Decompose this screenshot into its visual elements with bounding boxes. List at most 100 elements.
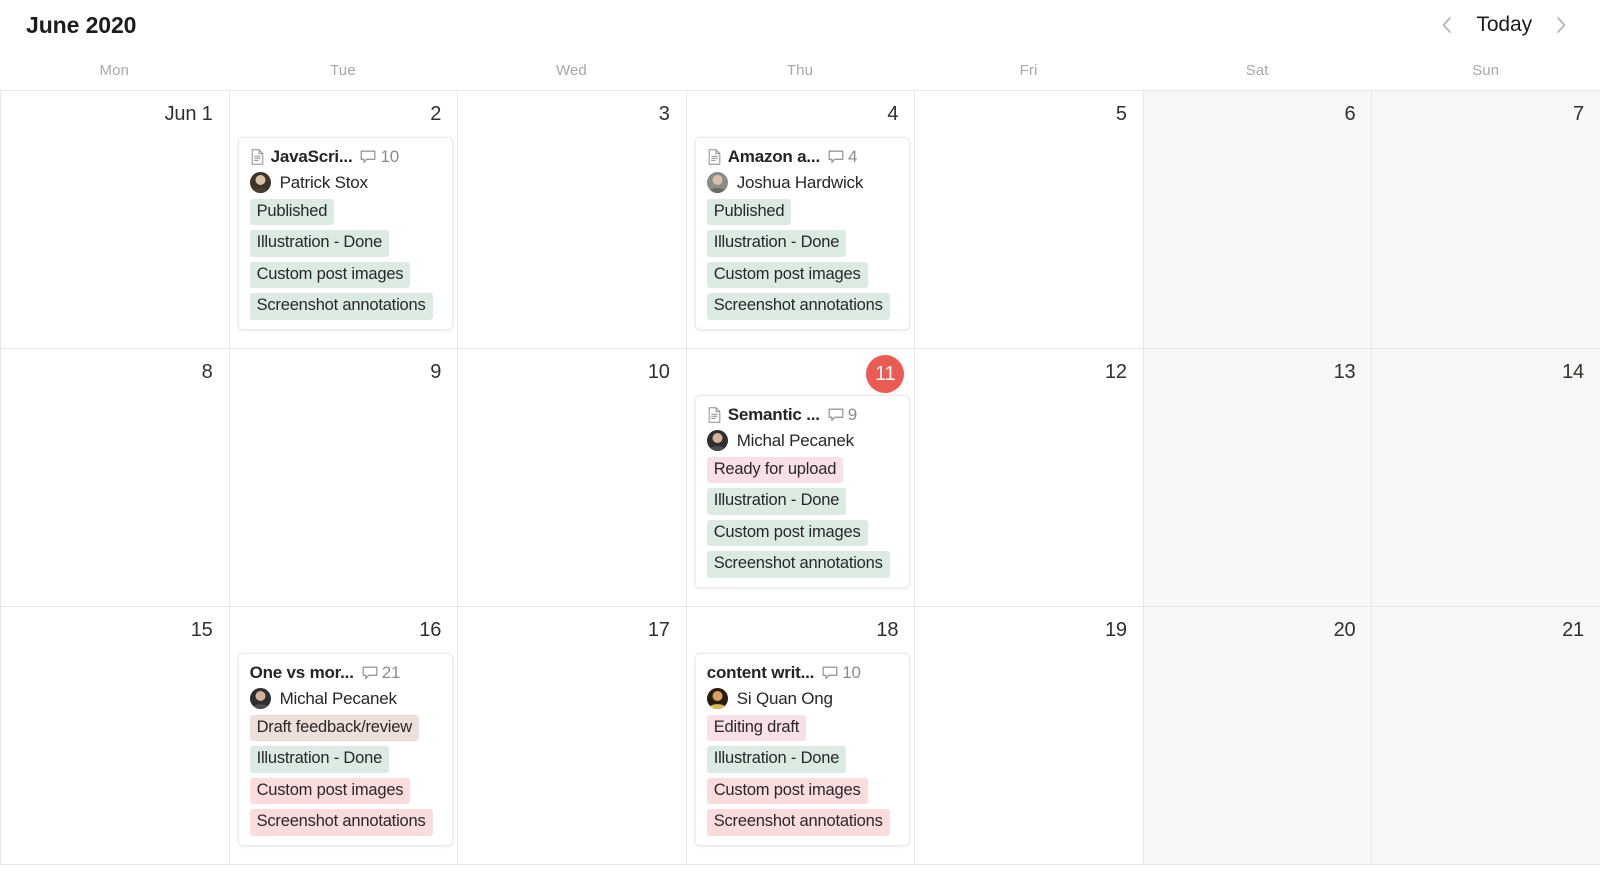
tag-list: Published Illustration - Done Custom post … bbox=[696, 199, 910, 320]
day-cell-19[interactable]: 19 bbox=[914, 607, 1143, 864]
weekday-label-mon: Mon bbox=[99, 61, 130, 79]
avatar bbox=[706, 430, 728, 451]
day-cell-11[interactable]: 11 Semantic ... 9 Michal Pecanek Ready for u… bbox=[685, 349, 915, 606]
page-title: June 2020 bbox=[26, 11, 137, 38]
event-title: content writ... bbox=[706, 663, 815, 682]
event-card[interactable]: JavaScri... 10 Patrick Stox Published Illust… bbox=[237, 137, 454, 330]
assignee-name: Si Quan Ong bbox=[736, 688, 833, 708]
event-title: One vs mor... bbox=[249, 663, 354, 682]
status-badge[interactable]: Custom post images bbox=[706, 519, 868, 547]
day-cell-20[interactable]: 20 bbox=[1142, 607, 1372, 864]
assignee-name: Joshua Hardwick bbox=[736, 172, 864, 192]
avatar-patrick-stox-image bbox=[249, 172, 271, 193]
day-cell-16[interactable]: 16 One vs mor... 21 Michal Pecanek Draft fee… bbox=[228, 607, 458, 864]
today-button[interactable]: Today bbox=[1468, 13, 1540, 37]
status-badge[interactable]: Screenshot annotations bbox=[706, 293, 890, 320]
status-badge[interactable]: Illustration - Done bbox=[249, 746, 390, 773]
status-badge[interactable]: Illustration - Done bbox=[706, 488, 847, 515]
comment-count-group: 10 bbox=[360, 147, 399, 167]
day-number: 2 bbox=[430, 103, 442, 125]
event-title-row: JavaScri... 10 bbox=[239, 147, 453, 167]
event-card[interactable]: Semantic ... 9 Michal Pecanek Ready for upl… bbox=[694, 395, 911, 588]
day-cell-21[interactable]: 21 bbox=[1371, 607, 1600, 864]
day-cell-13[interactable]: 13 bbox=[1142, 349, 1372, 606]
day-cell-10[interactable]: 10 bbox=[457, 349, 686, 606]
day-number: 15 bbox=[190, 619, 213, 641]
event-assignee-row: Joshua Hardwick bbox=[696, 172, 910, 193]
document-icon bbox=[251, 149, 263, 165]
comment-count: 9 bbox=[847, 405, 858, 424]
day-cell-9[interactable]: 9 bbox=[228, 349, 458, 606]
weekday-label-sat: Sat bbox=[1245, 61, 1269, 79]
week-row: Jun 1 2 JavaScri... 10 Patrick Stox Published… bbox=[0, 91, 1600, 349]
day-number: 17 bbox=[647, 619, 670, 641]
status-badge[interactable]: Published bbox=[706, 199, 792, 226]
tag-list: Published Illustration - Done Custom post … bbox=[239, 199, 453, 320]
event-card[interactable]: content writ... 10 Si Quan Ong Editing draf… bbox=[694, 653, 911, 846]
status-badge[interactable]: Illustration - Done bbox=[706, 230, 847, 257]
document-icon bbox=[708, 149, 721, 165]
day-cell-14[interactable]: 14 bbox=[1371, 349, 1600, 606]
avatar bbox=[249, 688, 271, 709]
day-cell-15[interactable]: 15 bbox=[0, 607, 229, 864]
event-title: Amazon a... bbox=[727, 147, 820, 166]
day-number: 6 bbox=[1344, 103, 1356, 125]
assignee-name: Patrick Stox bbox=[279, 172, 368, 192]
status-badge[interactable]: Screenshot annotations bbox=[249, 809, 433, 836]
day-number: 12 bbox=[1104, 361, 1127, 383]
event-card[interactable]: Amazon a... 4 Joshua Hardwick Published Illu… bbox=[694, 137, 911, 330]
day-cell-2[interactable]: 2 JavaScri... 10 Patrick Stox Published Illus… bbox=[228, 91, 458, 348]
day-cell-18[interactable]: 18 content writ... 10 Si Quan Ong Editing dr… bbox=[685, 607, 915, 864]
status-badge[interactable]: Custom post images bbox=[706, 777, 868, 805]
day-cell-17[interactable]: 17 bbox=[457, 607, 686, 864]
status-badge[interactable]: Published bbox=[249, 199, 335, 226]
status-badge[interactable]: Custom post images bbox=[706, 261, 868, 289]
event-title-row: One vs mor... 21 bbox=[239, 663, 453, 683]
day-cell-5[interactable]: 5 bbox=[914, 91, 1143, 348]
comment-icon bbox=[828, 408, 844, 422]
status-badge[interactable]: Illustration - Done bbox=[249, 230, 390, 257]
day-cell-12[interactable]: 12 bbox=[914, 349, 1143, 606]
status-badge[interactable]: Editing draft bbox=[706, 715, 807, 742]
day-cell-4[interactable]: 4 Amazon a... 4 Joshua Hardwick Published Ill… bbox=[685, 91, 915, 348]
day-cell-6[interactable]: 6 bbox=[1142, 91, 1372, 348]
status-badge[interactable]: Custom post images bbox=[249, 261, 411, 289]
avatar-michal-pecanek-image bbox=[249, 688, 271, 709]
weekday-label-fri: Fri bbox=[1019, 61, 1038, 79]
day-cell-7[interactable]: 7 bbox=[1371, 91, 1600, 348]
weekday-label-thu: Thu bbox=[786, 61, 814, 79]
status-badge[interactable]: Illustration - Done bbox=[706, 746, 847, 773]
event-card[interactable]: One vs mor... 21 Michal Pecanek Draft feedb… bbox=[237, 653, 454, 846]
status-badge[interactable]: Screenshot annotations bbox=[706, 809, 890, 836]
comment-count-group: 9 bbox=[828, 405, 857, 425]
comment-icon bbox=[822, 666, 838, 680]
comment-count: 10 bbox=[380, 147, 399, 166]
calendar-header: June 2020 Today bbox=[0, 0, 1600, 50]
event-title: JavaScri... bbox=[270, 147, 353, 166]
next-month-button[interactable] bbox=[1544, 8, 1578, 42]
day-cell-jun-1[interactable]: Jun 1 bbox=[0, 91, 229, 348]
event-title-row: content writ... 10 bbox=[696, 663, 910, 683]
avatar-si-quan-ong-image bbox=[706, 688, 728, 709]
previous-month-button[interactable] bbox=[1430, 8, 1464, 42]
weekday-label-sun: Sun bbox=[1472, 61, 1500, 79]
day-number: Jun 1 bbox=[164, 103, 213, 125]
status-badge[interactable]: Screenshot annotations bbox=[249, 293, 433, 320]
day-cell-8[interactable]: 8 bbox=[0, 349, 229, 606]
comment-count-group: 10 bbox=[822, 663, 861, 683]
day-number: 7 bbox=[1573, 103, 1584, 125]
status-badge[interactable]: Ready for upload bbox=[706, 457, 844, 484]
day-number: 18 bbox=[876, 619, 899, 641]
tag-list: Ready for upload Illustration - Done Custo… bbox=[696, 457, 910, 578]
day-cell-3[interactable]: 3 bbox=[457, 91, 686, 348]
status-badge[interactable]: Screenshot annotations bbox=[706, 551, 890, 578]
day-number: 5 bbox=[1115, 103, 1127, 125]
day-number: 13 bbox=[1333, 361, 1356, 383]
weekday-header-row: Mon Tue Wed Thu Fri Sat Sun bbox=[0, 50, 1600, 90]
status-badge[interactable]: Draft feedback/review bbox=[249, 715, 419, 742]
event-assignee-row: Si Quan Ong bbox=[696, 688, 910, 709]
comment-count-group: 4 bbox=[828, 147, 857, 167]
day-number: 14 bbox=[1562, 361, 1584, 383]
day-number: 16 bbox=[419, 619, 442, 641]
status-badge[interactable]: Custom post images bbox=[249, 777, 411, 805]
